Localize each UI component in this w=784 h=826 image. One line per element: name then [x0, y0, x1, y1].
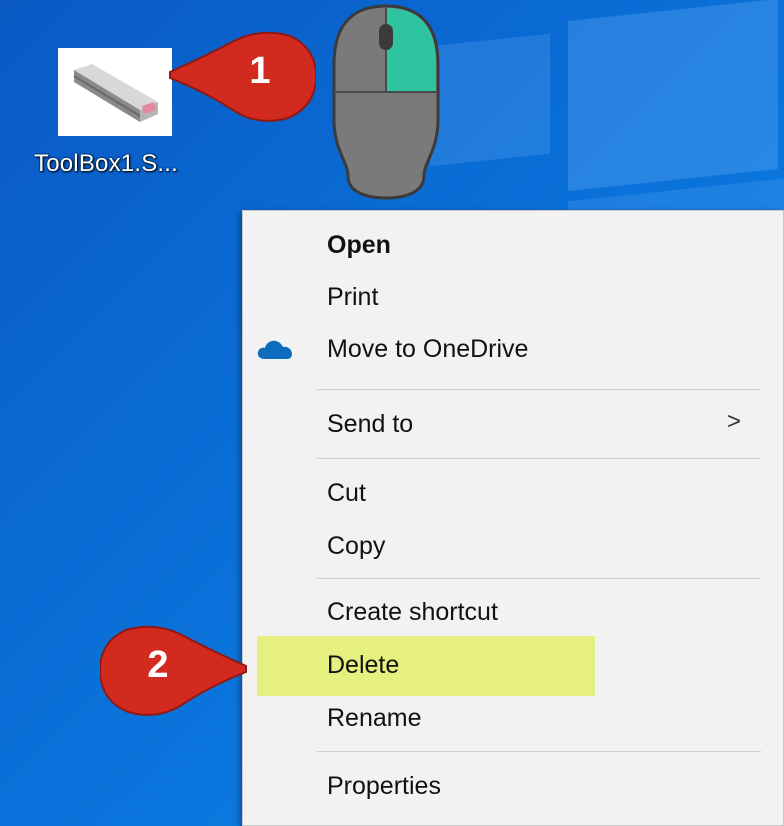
desktop: ToolBox1.S... 1 Open Print Move to OneDr… [0, 0, 784, 826]
onedrive-cloud-icon [257, 340, 292, 359]
wallpaper-pane [568, 0, 778, 192]
menu-item-move-to-onedrive[interactable]: Move to OneDrive [243, 325, 784, 375]
callout-2: 2 [98, 620, 250, 720]
callout-1-number: 1 [249, 50, 271, 92]
desktop-file-label[interactable]: ToolBox1.S... [34, 150, 178, 178]
callout-2-number: 2 [147, 644, 169, 686]
menu-item-label: Rename [327, 704, 422, 732]
menu-item-print[interactable]: Print [243, 273, 784, 323]
menu-item-label: Cut [327, 479, 366, 507]
menu-item-label: Create shortcut [327, 598, 498, 626]
menu-item-cut[interactable]: Cut [243, 469, 784, 519]
menu-item-send-to[interactable]: Send to > [243, 400, 784, 450]
context-menu: Open Print Move to OneDrive Send to > Cu… [242, 210, 784, 826]
menu-item-properties[interactable]: Properties [243, 762, 784, 812]
desktop-file-icon[interactable] [58, 48, 172, 136]
chevron-right-icon: > [726, 408, 741, 435]
wallpaper-pane [430, 33, 550, 167]
menu-separator [317, 389, 761, 390]
part-file-icon [73, 64, 158, 122]
menu-item-label: Send to [327, 410, 414, 438]
menu-item-label: Properties [327, 772, 441, 800]
menu-item-label: Copy [327, 532, 386, 560]
mouse-right-click-icon [332, 4, 440, 200]
menu-separator [317, 458, 761, 459]
menu-item-label: Open [327, 231, 391, 259]
menu-item-create-shortcut[interactable]: Create shortcut [243, 588, 784, 638]
menu-item-delete[interactable]: Delete [243, 641, 784, 691]
menu-item-label: Move to OneDrive [327, 335, 529, 363]
callout-1: 1 [166, 26, 318, 126]
menu-separator [317, 578, 761, 579]
menu-item-open[interactable]: Open [243, 221, 784, 271]
menu-separator [317, 751, 761, 752]
menu-item-label: Print [327, 283, 379, 311]
menu-item-label: Delete [327, 651, 400, 679]
menu-item-rename[interactable]: Rename [243, 694, 784, 744]
menu-item-copy[interactable]: Copy [243, 522, 784, 572]
